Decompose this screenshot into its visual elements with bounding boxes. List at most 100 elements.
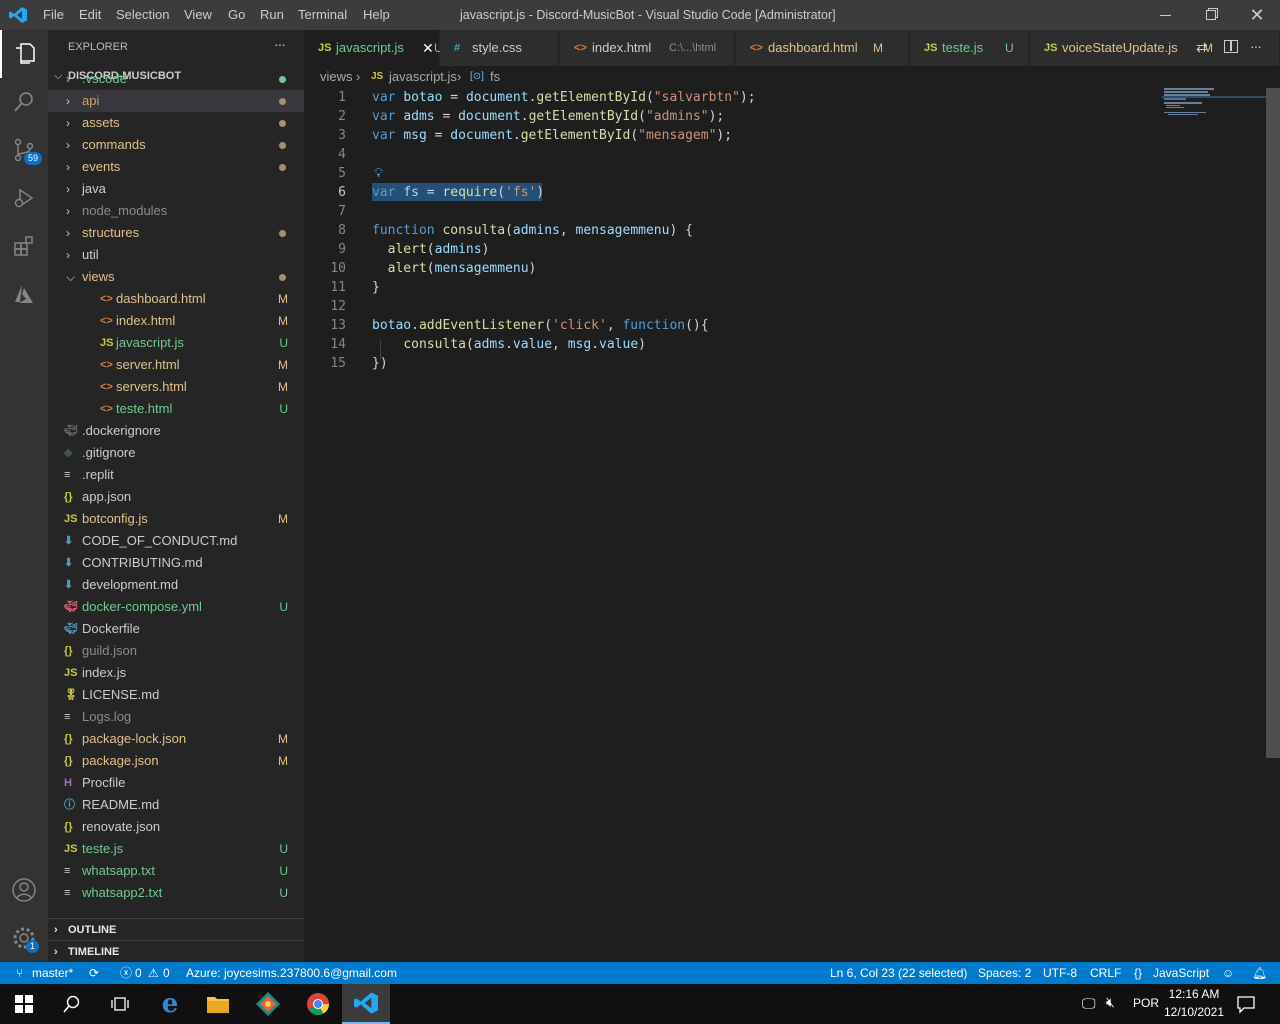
code-editor[interactable]: 1 2 3 4 5 6 7 8 9 10 11 12 13 14 15 💡︎ var botao = doc… xyxy=(304,88,1280,962)
chrome-icon[interactable] xyxy=(294,984,342,1024)
cursor-position[interactable]: Ln 6, Col 23 (22 selected) xyxy=(830,962,967,984)
tree-item[interactable]: {} package.json M xyxy=(48,750,304,772)
tree-item[interactable]: › events xyxy=(48,156,304,178)
run-debug-icon[interactable] xyxy=(0,174,48,222)
windows-start-icon[interactable] xyxy=(0,984,48,1024)
tree-item[interactable]: › java xyxy=(48,178,304,200)
tree-item[interactable]: <> index.html M xyxy=(48,310,304,332)
minimap[interactable] xyxy=(1162,88,1266,124)
tree-item[interactable]: H Procfile xyxy=(48,772,304,794)
azure-account[interactable]: Azure: joycesims.237800.6@gmail.com xyxy=(186,962,397,984)
tree-item[interactable]: JS teste.js U xyxy=(48,838,304,860)
menu-run[interactable]: Run xyxy=(260,0,284,30)
accounts-icon[interactable] xyxy=(0,866,48,914)
tree-item[interactable]: {} guild.json xyxy=(48,640,304,662)
tree-item[interactable]: ⌵ views xyxy=(48,266,304,288)
tree-item[interactable]: ≡ Logs.log xyxy=(48,706,304,728)
tab-javascript-js[interactable]: JS javascript.js U ✕ xyxy=(304,30,443,66)
tree-item[interactable]: {} app.json xyxy=(48,486,304,508)
branch-status[interactable]: master* xyxy=(32,962,73,984)
tree-item[interactable]: JS botconfig.js M xyxy=(48,508,304,530)
taskbar-search-icon[interactable] xyxy=(48,984,96,1024)
edge-icon[interactable]: e xyxy=(146,984,194,1024)
split-editor-icon[interactable] xyxy=(1224,40,1238,53)
explorer-icon[interactable] xyxy=(0,30,48,78)
more-actions-icon[interactable]: ··· xyxy=(274,36,286,52)
lightbulb-icon[interactable]: 💡︎ xyxy=(374,165,383,181)
tree-item[interactable]: › commands xyxy=(48,134,304,156)
clock-date[interactable]: 12/10/2021 xyxy=(1162,1005,1226,1019)
tree-item[interactable]: JS javascript.js U xyxy=(48,332,304,354)
tree-item[interactable]: <> servers.html M xyxy=(48,376,304,398)
minimize-button[interactable] xyxy=(1142,0,1188,30)
search-icon[interactable] xyxy=(0,78,48,126)
tab-dashboard-html[interactable]: <> dashboard.html M xyxy=(736,30,909,66)
line-ending[interactable]: CRLF xyxy=(1090,962,1121,984)
tree-item[interactable]: ≡ whatsapp.txt U xyxy=(48,860,304,882)
source-control-icon[interactable]: 59 xyxy=(0,126,48,174)
tree-item[interactable]: › .vscode xyxy=(48,68,304,90)
network-icon[interactable]: 🖵︎ xyxy=(1082,995,1096,1012)
tab-style-css[interactable]: # style.css xyxy=(440,30,559,66)
tree-item[interactable]: ≡ whatsapp2.txt U xyxy=(48,882,304,904)
timeline-section[interactable]: › TIMELINE xyxy=(48,940,304,962)
volume-muted-icon[interactable]: 🔇︎ xyxy=(1106,994,1115,1011)
input-language[interactable]: POR xyxy=(1133,996,1159,1010)
language-mode[interactable]: JavaScript xyxy=(1153,962,1209,984)
tree-item[interactable]: ◆ .gitignore xyxy=(48,442,304,464)
tab-index-html[interactable]: <> index.html C:\...\html xyxy=(560,30,735,66)
menu-terminal[interactable]: Terminal xyxy=(298,0,347,30)
azure-icon[interactable] xyxy=(0,270,48,318)
menu-go[interactable]: Go xyxy=(228,0,245,30)
tree-item[interactable]: ⬇ CONTRIBUTING.md xyxy=(48,552,304,574)
restore-button[interactable] xyxy=(1188,0,1234,30)
close-tab-icon[interactable]: ✕ xyxy=(422,30,434,66)
menu-view[interactable]: View xyxy=(184,0,212,30)
breadcrumb-file[interactable]: javascript.js xyxy=(389,66,457,88)
tree-item[interactable]: <> dashboard.html M xyxy=(48,288,304,310)
tree-item[interactable]: ≡ .replit xyxy=(48,464,304,486)
extensions-icon[interactable] xyxy=(0,222,48,270)
tree-item[interactable]: ⬇ development.md xyxy=(48,574,304,596)
tree-item[interactable]: ⬇ CODE_OF_CONDUCT.md xyxy=(48,530,304,552)
tab-teste-js[interactable]: JS teste.js U xyxy=(910,30,1029,66)
breadcrumb-folder[interactable]: views xyxy=(320,66,353,88)
sync-icon[interactable]: ⟳ xyxy=(89,962,99,984)
menu-file[interactable]: File xyxy=(43,0,64,30)
tab-voicestateupdate-js[interactable]: JS voiceStateUpdate.js M xyxy=(1030,30,1280,66)
tree-item[interactable]: 🎖︎ LICENSE.md xyxy=(48,684,304,706)
vscode-taskbar-icon[interactable] xyxy=(342,984,390,1024)
tree-item[interactable]: › assets xyxy=(48,112,304,134)
tree-item[interactable]: › structures xyxy=(48,222,304,244)
tree-item[interactable]: ⓘ README.md xyxy=(48,794,304,816)
tree-item[interactable]: 🐳︎ docker-compose.yml U xyxy=(48,596,304,618)
task-view-icon[interactable] xyxy=(96,984,144,1024)
tree-item[interactable]: <> server.html M xyxy=(48,354,304,376)
menu-selection[interactable]: Selection xyxy=(116,0,169,30)
clock-time[interactable]: 12:16 AM xyxy=(1162,987,1226,1001)
menu-help[interactable]: Help xyxy=(363,0,390,30)
encoding[interactable]: UTF-8 xyxy=(1043,962,1077,984)
settings-gear-icon[interactable]: 1 xyxy=(0,914,48,962)
tree-item[interactable]: <> teste.html U xyxy=(48,398,304,420)
notifications-bell-icon[interactable]: 🔔︎ xyxy=(1252,962,1267,984)
tree-item[interactable]: 🐳︎ .dockerignore xyxy=(48,420,304,442)
tree-item[interactable]: {} renovate.json xyxy=(48,816,304,838)
editor-scrollbar[interactable] xyxy=(1266,88,1280,758)
tree-item[interactable]: › api xyxy=(48,90,304,112)
warning-count[interactable]: 0 xyxy=(163,962,170,984)
file-explorer-icon[interactable] xyxy=(194,984,242,1024)
tree-item[interactable]: {} package-lock.json M xyxy=(48,728,304,750)
menu-edit[interactable]: Edit xyxy=(79,0,101,30)
tree-item[interactable]: › util xyxy=(48,244,304,266)
close-window-button[interactable]: ✕ xyxy=(1234,0,1280,30)
error-count[interactable]: 0 xyxy=(135,962,142,984)
tree-item[interactable]: 🐳︎ Dockerfile xyxy=(48,618,304,640)
editor-more-actions-icon[interactable]: ··· xyxy=(1250,38,1262,54)
gitkraken-icon[interactable] xyxy=(244,984,292,1024)
outline-section[interactable]: › OUTLINE xyxy=(48,918,304,940)
tree-item[interactable]: › node_modules xyxy=(48,200,304,222)
open-changes-icon[interactable]: ⇄ xyxy=(1196,39,1208,56)
indentation[interactable]: Spaces: 2 xyxy=(978,962,1031,984)
action-center-icon[interactable] xyxy=(1236,994,1256,1014)
